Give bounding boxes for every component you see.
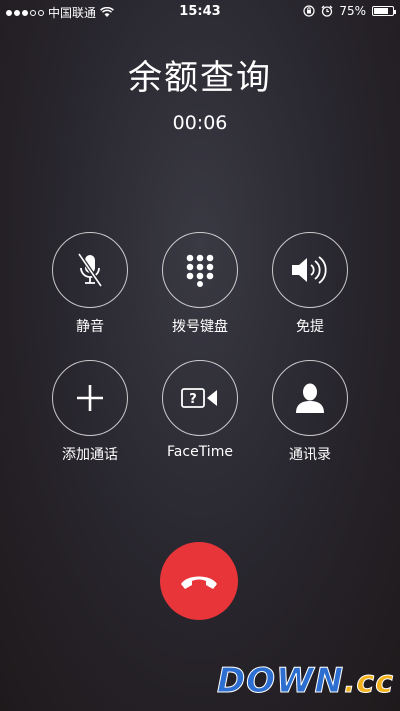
contacts-label: 通讯录 <box>289 447 331 463</box>
facetime-label: FaceTime <box>167 444 233 460</box>
end-call-button[interactable] <box>160 542 238 620</box>
speaker-control: 免提 <box>260 232 360 336</box>
orientation-lock-icon <box>303 5 315 17</box>
speaker-label: 免提 <box>296 319 324 335</box>
add-call-button[interactable] <box>52 360 128 436</box>
caller-name: 余额查询 <box>128 58 272 98</box>
alarm-icon <box>321 5 333 17</box>
facetime-button[interactable]: ? <box>162 360 238 436</box>
battery-icon <box>372 6 396 16</box>
call-duration: 00:06 <box>172 112 228 134</box>
status-right: 75% <box>303 4 396 18</box>
contact-person-icon <box>296 383 324 413</box>
speaker-button[interactable] <box>272 232 348 308</box>
keypad-icon <box>186 254 214 287</box>
add-call-control: 添加通话 <box>40 360 140 464</box>
facetime-camera-icon: ? <box>181 388 217 408</box>
mute-control: 静音 <box>40 232 140 336</box>
svg-text:?: ? <box>189 392 197 407</box>
keypad-button[interactable] <box>162 232 238 308</box>
facetime-control: ? FaceTime <box>150 360 250 460</box>
watermark-text-b: .cc <box>344 665 394 701</box>
watermark-logo: DOWN.cc <box>216 661 394 702</box>
mute-label: 静音 <box>76 319 104 335</box>
add-call-label: 添加通话 <box>62 447 118 463</box>
status-bar: 中国联通 15:43 75% <box>0 0 400 22</box>
battery-percent: 75% <box>339 4 366 18</box>
contacts-control: 通讯录 <box>260 360 360 464</box>
keypad-control: 拨号键盘 <box>150 232 250 336</box>
plus-icon <box>77 385 103 411</box>
watermark-text-a: DOWN <box>216 661 345 702</box>
speaker-icon <box>292 256 327 284</box>
hang-up-icon <box>181 576 217 589</box>
keypad-label: 拨号键盘 <box>172 319 228 335</box>
contacts-button[interactable] <box>272 360 348 436</box>
mute-button[interactable] <box>52 232 128 308</box>
microphone-muted-icon <box>77 252 103 288</box>
